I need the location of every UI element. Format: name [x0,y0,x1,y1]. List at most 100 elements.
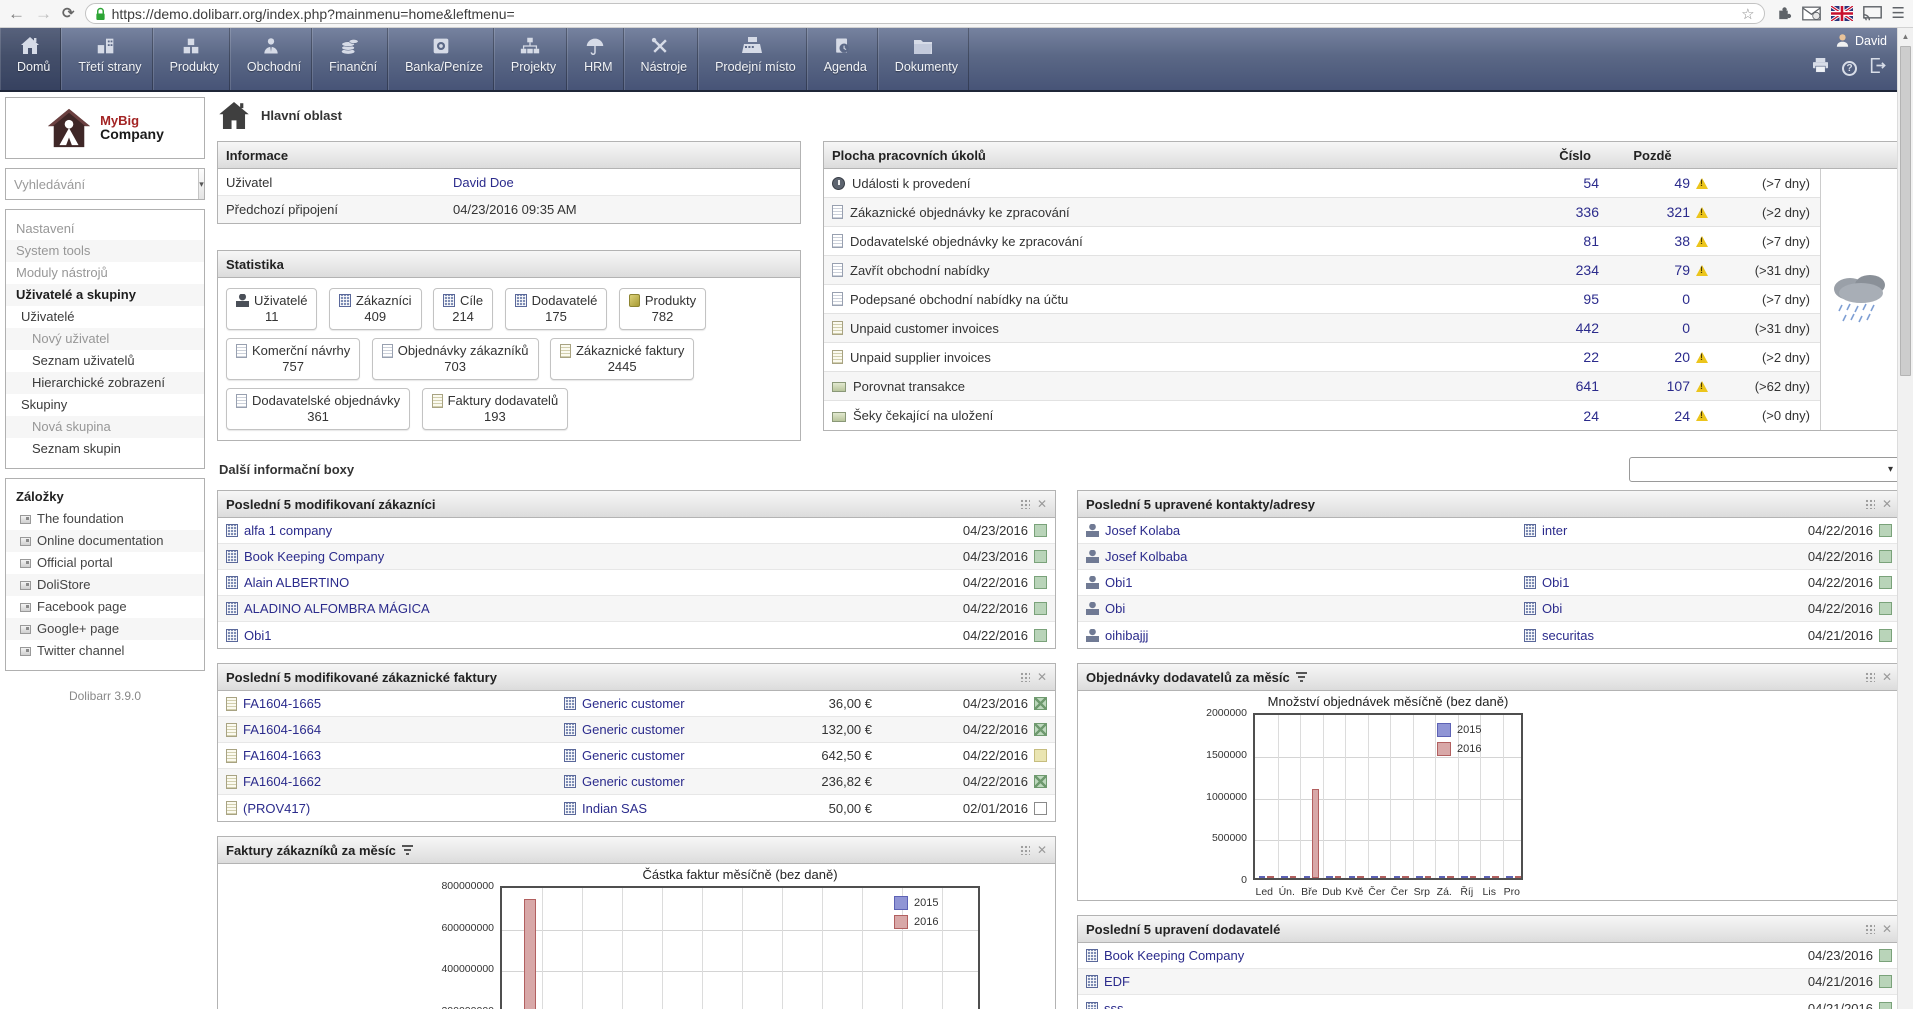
logout-icon[interactable] [1870,58,1887,78]
stat-button[interactable]: Cíle 214 [433,288,493,330]
browser-back-button[interactable]: ← [8,5,25,22]
move-handle-icon[interactable] [1865,499,1875,509]
sidebar-nav-item[interactable]: Hierarchické zobrazení [6,372,204,394]
task-label[interactable]: Podepsané obchodní nabídky na účtu [850,292,1504,307]
task-late-link[interactable]: 0 [1682,291,1690,307]
search-dropdown-button[interactable]: ▾ [198,169,204,199]
stat-button[interactable]: Uživatelé 11 [226,288,317,330]
sidebar-nav-item[interactable]: Nastavení [6,218,204,240]
task-count-link[interactable]: 234 [1504,262,1599,278]
move-handle-icon[interactable] [1020,499,1030,509]
supplier-link[interactable]: sss [1104,1001,1775,1009]
address-bar[interactable]: https://demo.dolibarr.org/index.php?main… [85,3,1765,24]
contact-link[interactable]: Obi [1105,601,1125,616]
tab-financial[interactable]: Finanční [312,28,388,90]
url-text[interactable]: https://demo.dolibarr.org/index.php?main… [112,6,1736,22]
company-link[interactable]: Obi [1542,601,1562,616]
scrollbar-thumb[interactable] [1900,46,1911,376]
sidebar-nav-item[interactable]: Moduly nástrojů [6,262,204,284]
stat-button[interactable]: Dodavatelé 175 [505,288,608,330]
task-count-link[interactable]: 81 [1504,233,1599,249]
customer-link[interactable]: Generic customer [582,722,685,737]
tab-hrm[interactable]: HRM [567,28,623,90]
customer-link[interactable]: ALADINO ALFOMBRA MÁGICA [244,601,930,616]
task-late-link[interactable]: 49 [1674,175,1690,191]
supplier-link[interactable]: EDF [1104,974,1775,989]
bookmark-link[interactable]: Twitter channel [6,640,204,662]
tab-commercial[interactable]: Obchodní [230,28,312,90]
invoice-link[interactable]: FA1604-1663 [243,748,321,763]
browser-forward-button[interactable]: → [35,5,52,22]
filter-icon[interactable] [402,845,413,855]
task-late-link[interactable]: 321 [1667,204,1690,220]
task-label[interactable]: Zákaznické objednávky ke zpracování [850,205,1504,220]
tab-home[interactable]: Domů [0,28,61,90]
task-label[interactable]: Dodavatelské objednávky ke zpracování [850,234,1504,249]
tab-bank[interactable]: Banka/Peníze [388,28,494,90]
customer-link[interactable]: Indian SAS [582,801,647,816]
task-count-link[interactable]: 54 [1504,175,1599,191]
mail-extension-icon[interactable] [1802,6,1821,21]
stat-button[interactable]: Faktury dodavatelů 193 [422,388,569,430]
sidebar-nav-item[interactable]: Uživatelé [6,306,204,328]
move-handle-icon[interactable] [1865,924,1875,934]
page-scrollbar[interactable]: ▲ [1897,28,1913,1009]
close-icon[interactable]: ✕ [1882,498,1892,510]
tab-projects[interactable]: Projekty [494,28,567,90]
tab-agenda[interactable]: Agenda [807,28,878,90]
task-late-link[interactable]: 79 [1674,262,1690,278]
bookmark-link[interactable]: Google+ page [6,618,204,640]
stat-button[interactable]: Objednávky zákazníků 703 [372,338,539,380]
company-link[interactable]: inter [1542,523,1567,538]
tab-products[interactable]: Produkty [153,28,230,90]
tab-documents[interactable]: Dokumenty [878,28,969,90]
task-label[interactable]: Porovnat transakce [853,379,1504,394]
invoice-link[interactable]: (PROV417) [243,801,310,816]
sidebar-nav-item[interactable]: Nová skupina [6,416,204,438]
company-link[interactable]: securitas [1542,628,1594,643]
task-label[interactable]: Šeky čekající na uložení [853,408,1504,423]
move-handle-icon[interactable] [1020,845,1030,855]
contact-link[interactable]: oihibajjj [1105,628,1148,643]
bookmark-link[interactable]: Online documentation [6,530,204,552]
close-icon[interactable]: ✕ [1037,844,1047,856]
close-icon[interactable]: ✕ [1882,923,1892,935]
customer-link[interactable]: Obi1 [244,628,930,643]
task-late-link[interactable]: 107 [1667,378,1690,394]
customer-link[interactable]: Generic customer [582,748,685,763]
sidebar-nav-item[interactable]: Nový uživatel [6,328,204,350]
stat-button[interactable]: Produkty 782 [619,288,706,330]
sidebar-nav-item[interactable]: Seznam skupin [6,438,204,460]
user-link[interactable]: David Doe [453,175,514,190]
help-icon[interactable]: ? [1842,61,1857,76]
sidebar-nav-item[interactable]: Seznam uživatelů [6,350,204,372]
company-logo[interactable]: MyBig Company [5,97,205,159]
extension-puzzle-icon[interactable] [1775,5,1792,22]
supplier-link[interactable]: Book Keeping Company [1104,948,1775,963]
contact-link[interactable]: Obi1 [1105,575,1132,590]
move-handle-icon[interactable] [1020,672,1030,682]
tab-pos[interactable]: Prodejní místo [698,28,807,90]
stat-button[interactable]: Zákaznické faktury 2445 [550,338,694,380]
task-late-link[interactable]: 0 [1682,320,1690,336]
cast-icon[interactable] [1863,6,1882,21]
bookmark-link[interactable]: Official portal [6,552,204,574]
user-menu[interactable]: David [1835,33,1887,48]
task-label[interactable]: Unpaid supplier invoices [850,350,1504,365]
filter-icon[interactable] [1296,672,1307,682]
invoice-link[interactable]: FA1604-1662 [243,774,321,789]
close-icon[interactable]: ✕ [1037,498,1047,510]
customer-link[interactable]: Alain ALBERTINO [244,575,930,590]
browser-menu-icon[interactable]: ☰ [1892,6,1905,21]
bookmark-star-icon[interactable]: ☆ [1741,5,1754,23]
add-box-select[interactable]: ▾ [1629,457,1901,482]
task-late-link[interactable]: 24 [1674,408,1690,424]
task-count-link[interactable]: 24 [1504,408,1599,424]
browser-reload-button[interactable]: ⟳ [62,6,75,21]
print-icon[interactable] [1812,58,1829,78]
bookmark-link[interactable]: DoliStore [6,574,204,596]
bookmark-link[interactable]: The foundation [6,508,204,530]
company-link[interactable]: Obi1 [1542,575,1569,590]
task-count-link[interactable]: 22 [1504,349,1599,365]
scroll-up-arrow[interactable]: ▲ [1898,28,1913,41]
